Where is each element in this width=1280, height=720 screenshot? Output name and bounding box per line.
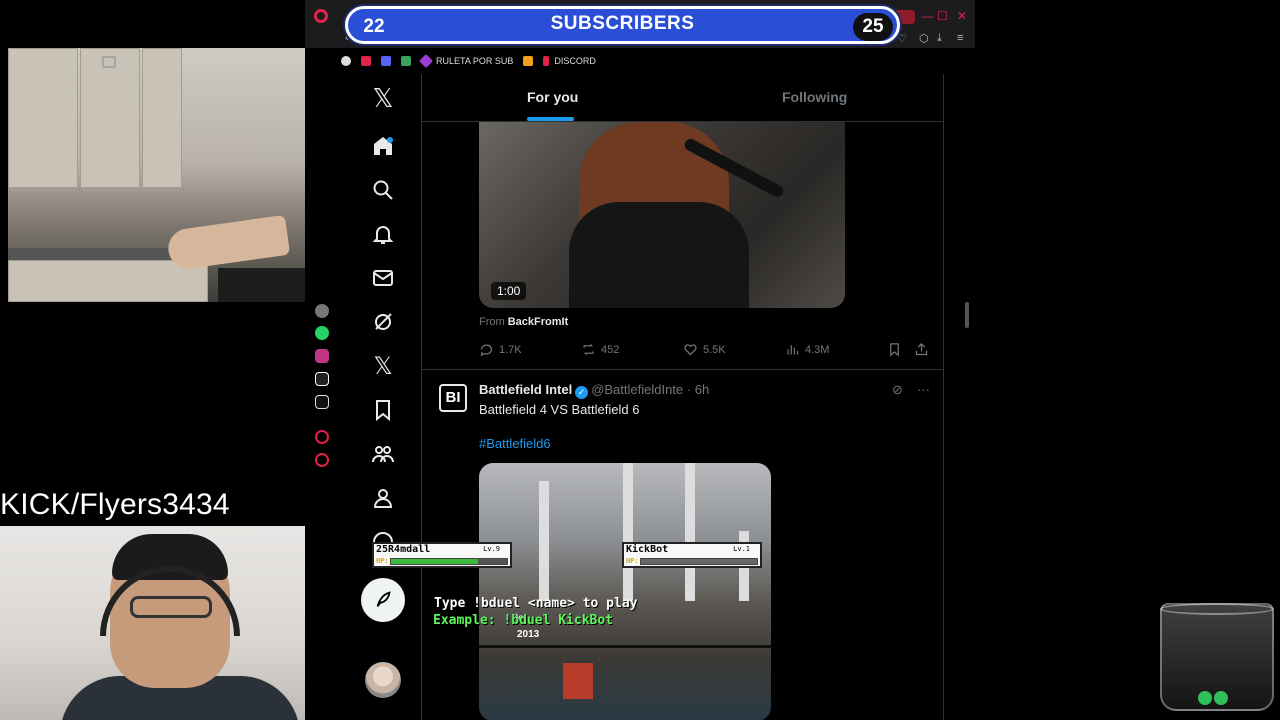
coin-icon: [1214, 691, 1228, 705]
compose-post-button[interactable]: [361, 578, 405, 622]
subscriber-goal-count: 25: [853, 13, 893, 41]
post-divider: [422, 369, 943, 370]
bookmarks-bar: RULETA POR SUB DISCORD: [305, 52, 975, 70]
hashtag-link[interactable]: #Battlefield6: [479, 436, 551, 451]
notifications-icon[interactable]: [360, 216, 406, 252]
heart-bookmark-icon[interactable]: [361, 56, 371, 66]
subscriber-goal-banner: 22 SUBSCRIBERS 25: [345, 6, 900, 44]
history-icon[interactable]: [315, 430, 329, 444]
maximize-icon[interactable]: ☐: [937, 9, 948, 23]
reply-button[interactable]: 1.7K: [479, 342, 522, 357]
camera-icon: [102, 56, 116, 68]
communities-icon[interactable]: [360, 436, 406, 472]
subscriber-label: SUBSCRIBERS: [550, 13, 695, 34]
app-bookmark-icon[interactable]: [401, 56, 411, 66]
whatsapp-icon[interactable]: [315, 326, 329, 340]
post-header: Battlefield Intel ✓ @BattlefieldInte · 6h: [479, 382, 709, 399]
more-icon[interactable]: [360, 524, 406, 560]
x-sidebar-nav: 𝕏 𝕏: [360, 74, 406, 720]
coin-icon: [1198, 691, 1212, 705]
heart-icon[interactable]: ♡: [897, 32, 907, 45]
battlefield-intel-avatar[interactable]: BI: [439, 384, 467, 412]
views-button[interactable]: 4.3M: [785, 342, 829, 357]
page-icon: [543, 56, 550, 66]
author-name[interactable]: Battlefield Intel: [479, 382, 572, 397]
instagram-icon[interactable]: [315, 349, 329, 363]
profile-icon[interactable]: [360, 480, 406, 516]
x-premium-icon[interactable]: 𝕏: [360, 348, 406, 384]
close-icon[interactable]: ✕: [957, 9, 967, 23]
like-button[interactable]: 5.5K: [683, 342, 726, 357]
search-icon[interactable]: [360, 172, 406, 208]
bookmark-icon: [890, 343, 899, 357]
repost-icon: [583, 344, 594, 355]
source-account-link[interactable]: BackFromIt: [508, 316, 569, 328]
scrollbar-thumb[interactable]: [965, 302, 969, 328]
timeline-tabs: For you Following: [422, 74, 943, 122]
diamond-icon: [418, 53, 434, 69]
analytics-icon: [787, 345, 799, 355]
reply-icon: [480, 344, 493, 357]
media-year-label: 2013: [517, 629, 540, 640]
post-video[interactable]: 1:00: [479, 122, 845, 308]
shield-bookmark-icon[interactable]: [523, 56, 534, 66]
bookmark-discord[interactable]: DISCORD: [543, 56, 596, 66]
media-label: tle: [513, 613, 524, 624]
opera-logo-icon[interactable]: [314, 9, 328, 23]
bookmarks-icon[interactable]: [360, 392, 406, 428]
heart-icon: [684, 344, 697, 356]
webcam-top-video: [8, 48, 334, 302]
repost-button[interactable]: 452: [581, 342, 619, 357]
post-tools: ⊘ ···: [892, 382, 930, 398]
tiktok-icon[interactable]: [315, 372, 329, 386]
discord-bookmark-icon[interactable]: [381, 56, 391, 66]
chatgpt-icon[interactable]: [315, 304, 329, 318]
pixel-character: [563, 663, 593, 699]
opera-sidebar: [305, 300, 339, 480]
active-tab-indicator: [527, 117, 574, 121]
minimize-icon[interactable]: —: [921, 9, 933, 23]
feather-icon: [376, 591, 391, 607]
video-duration: 1:00: [491, 282, 527, 300]
x-logo-icon[interactable]: 𝕏: [360, 80, 406, 116]
extensions-icon[interactable]: ⬡: [919, 32, 929, 45]
streamer-webcam: [0, 526, 345, 720]
post-text: Battlefield 4 VS Battlefield 6: [479, 402, 640, 417]
menu-icon[interactable]: ≡: [957, 32, 963, 44]
grok-explain-icon[interactable]: ⊘: [892, 382, 903, 398]
share-icon: [915, 342, 928, 356]
cloud-icon[interactable]: [341, 56, 351, 66]
bookmark-button[interactable]: [887, 342, 902, 357]
download-icon[interactable]: ⤓: [937, 32, 942, 45]
grok-icon[interactable]: [360, 304, 406, 340]
share-button[interactable]: [914, 342, 929, 357]
settings-icon[interactable]: [315, 453, 329, 467]
more-options-icon[interactable]: ···: [917, 382, 930, 398]
timeline-feed: For you Following 1:00 From BackFromIt 1…: [421, 74, 944, 720]
kick-channel-label: KICK/Flyers3434: [0, 488, 230, 521]
author-handle[interactable]: @BattlefieldInte · 6h: [591, 382, 709, 397]
post-actions: 1.7K 452 5.5K 4.3M: [479, 342, 928, 360]
bookmark-ruleta[interactable]: RULETA POR SUB: [418, 53, 513, 69]
tab-following[interactable]: Following: [782, 74, 847, 122]
home-icon[interactable]: [360, 128, 406, 164]
page-scrollbar[interactable]: [963, 74, 971, 720]
post-image[interactable]: tle 2013: [479, 463, 771, 720]
tip-jar-overlay: [1160, 603, 1274, 711]
x-sidebar-icon[interactable]: [315, 395, 329, 409]
video-source: From BackFromIt: [479, 316, 569, 328]
account-avatar[interactable]: [365, 662, 401, 698]
verified-badge-icon: ✓: [575, 386, 589, 399]
tab-for-you[interactable]: For you: [527, 74, 578, 122]
messages-icon[interactable]: [360, 260, 406, 296]
